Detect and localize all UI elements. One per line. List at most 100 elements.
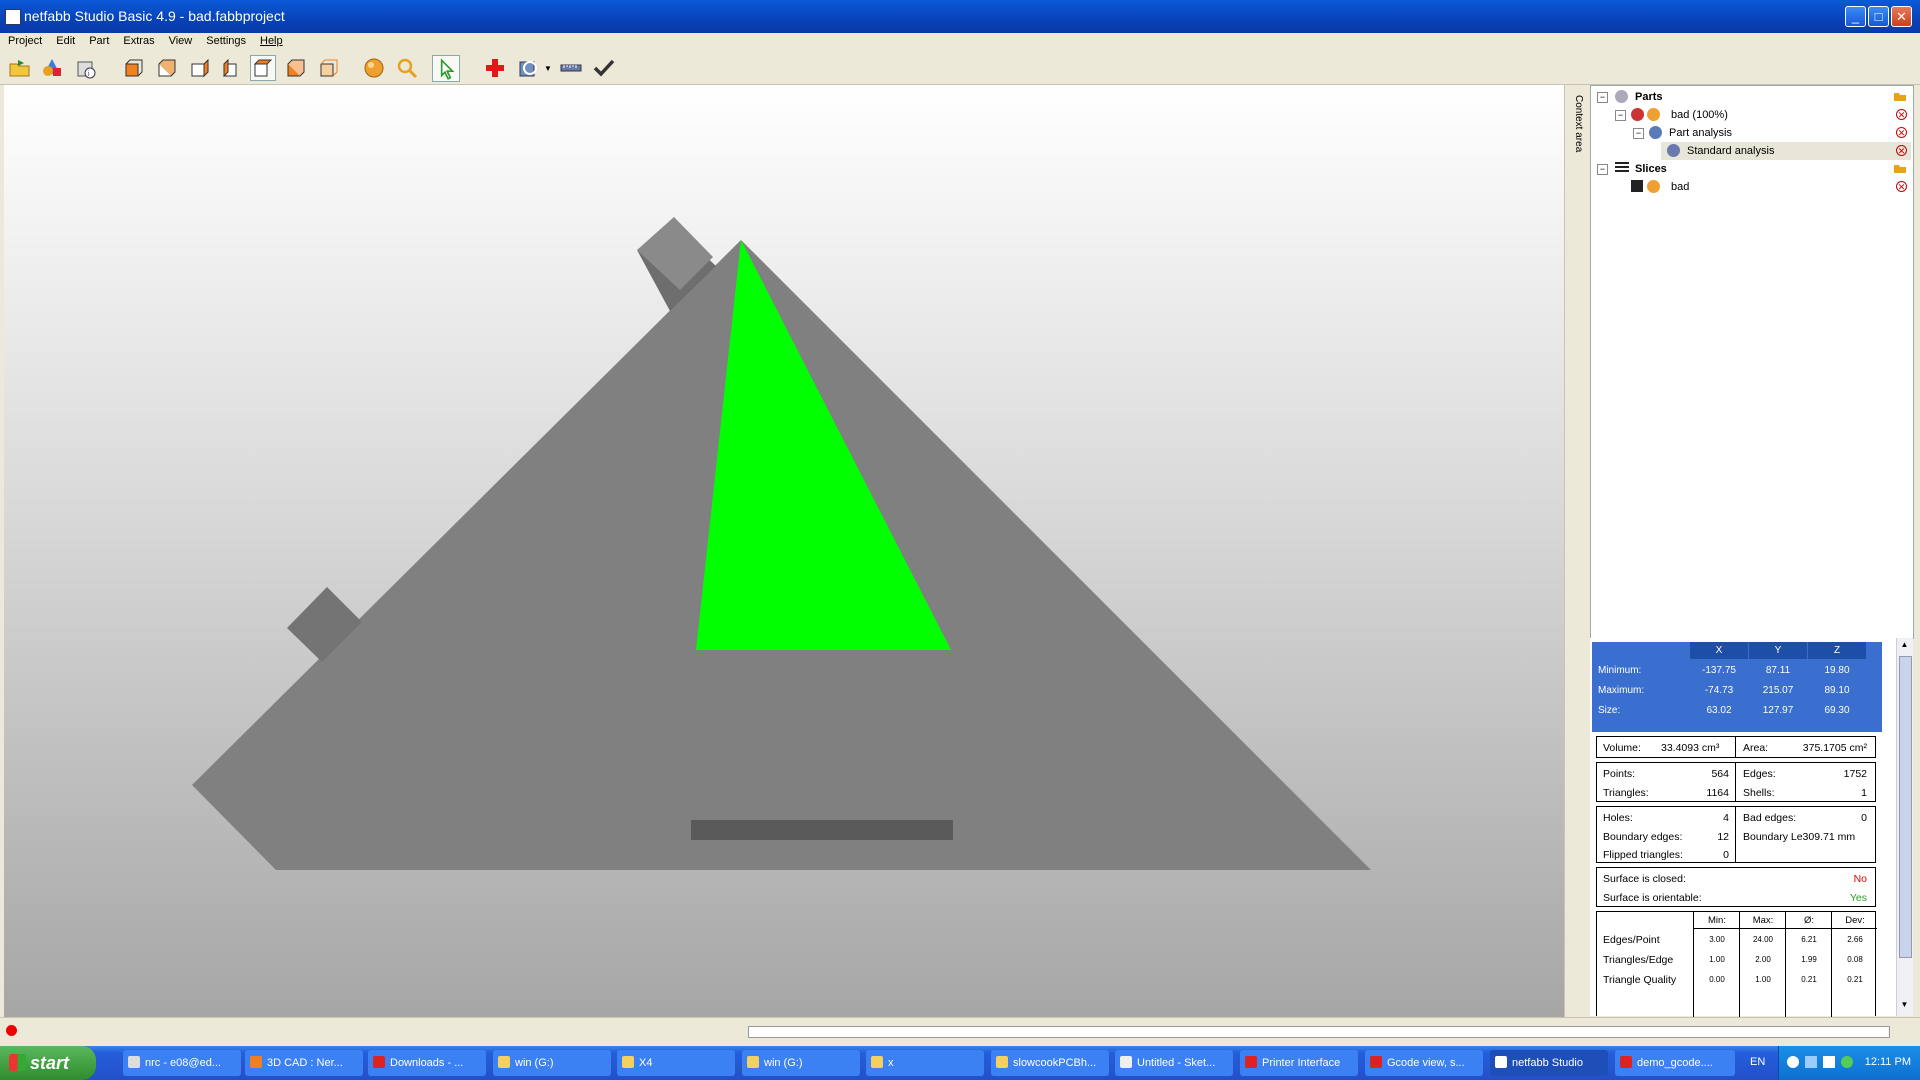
view-right-icon[interactable] [220,56,244,80]
scroll-down-icon[interactable]: ▼ [1899,1000,1910,1012]
taskbar-item[interactable]: Downloads - ... [368,1050,486,1076]
tray-app-icon[interactable] [1823,1056,1835,1068]
view-back-icon[interactable] [155,56,179,80]
add-part-icon[interactable] [40,56,64,80]
menu-project[interactable]: Project [0,33,48,47]
taskbar-item[interactable]: demo_gcode.... [1615,1050,1735,1076]
tree-part-bad[interactable]: bad (100%) [1671,106,1728,124]
size-z: 69.30 [1824,705,1850,716]
open-folder-icon[interactable] [1893,162,1907,174]
taskbar-item[interactable]: X4 [617,1050,735,1076]
remove-slice-icon[interactable]: ✕ [1896,181,1907,192]
3d-viewport[interactable] [4,85,1564,1017]
open-folder-icon[interactable] [1893,90,1907,102]
col-dev-header: Dev: [1845,915,1865,926]
min-z: 19.80 [1824,665,1850,676]
bad-edges-value: 0 [1861,812,1867,824]
menu-help[interactable]: Help [252,33,289,47]
menu-edit[interactable]: Edit [48,33,81,47]
select-tool-button[interactable] [432,55,460,82]
context-area-strip[interactable]: Context area [1564,85,1591,1017]
part-slot [691,820,953,840]
repair-cross-icon[interactable] [483,56,507,80]
taskbar-item[interactable]: nrc - e08@ed... [123,1050,241,1076]
visibility-eye-icon[interactable] [1647,108,1660,121]
taskbar-item[interactable]: win (G:) [742,1050,860,1076]
tree-slice-bad[interactable]: bad [1671,178,1689,196]
max-y: 215.07 [1762,685,1794,696]
collapse-part-toggle[interactable]: − [1615,110,1626,121]
language-indicator[interactable]: EN [1750,1056,1765,1068]
tree-slices[interactable]: Slices [1635,160,1667,178]
maximize-button[interactable]: □ [1868,6,1889,27]
measure-ruler-icon[interactable] [559,56,583,80]
close-button[interactable]: ✕ [1891,6,1912,27]
folder-icon [996,1056,1008,1068]
tree-standard-analysis[interactable]: Standard analysis [1687,142,1774,160]
chevron-down-icon[interactable]: ▼ [544,64,552,73]
sphere-render-icon[interactable] [362,56,386,80]
status-indicator-icon [6,1025,17,1036]
print-icon[interactable]: i [74,56,98,80]
scroll-thumb[interactable] [1899,656,1912,958]
taskbar-item[interactable]: Gcode view, s... [1365,1050,1483,1076]
collapse-parts-toggle[interactable]: − [1597,92,1608,103]
taskbar-item[interactable]: Untitled - Sket... [1115,1050,1233,1076]
menu-settings[interactable]: Settings [198,33,252,47]
start-button[interactable]: start [0,1046,96,1080]
bounding-box-table: X Y Z Minimum: -137.75 87.11 19.80 Maxim… [1592,642,1882,732]
view-top-button[interactable] [250,55,276,81]
taskbar-item-active[interactable]: netfabb Studio [1490,1050,1608,1076]
surface-closed-value: No [1853,873,1867,885]
view-front-icon[interactable] [122,56,146,80]
boundary-edges-label: Boundary edges: [1603,831,1683,843]
menu-bar: Project Edit Part Extras View Settings Help [0,33,1920,50]
surface-closed-label: Surface is closed: [1603,873,1686,885]
max-x: -74.73 [1704,685,1734,696]
collapse-analysis-toggle[interactable]: − [1633,128,1644,139]
tree-part-analysis[interactable]: Part analysis [1669,124,1732,142]
tray-status-icon[interactable] [1841,1056,1853,1068]
scroll-up-icon[interactable]: ▲ [1899,640,1910,652]
boundary-edges-value: 12 [1717,831,1729,843]
check-icon[interactable] [592,56,616,80]
area-value: 375.1705 cm² [1802,742,1867,754]
tray-help-icon[interactable] [1787,1056,1799,1068]
col-z-header: Z [1808,642,1866,659]
standard-analysis-icon [1667,144,1680,157]
taskbar-item[interactable]: Printer Interface [1240,1050,1358,1076]
netfabb-icon [1495,1056,1507,1068]
tree-parts[interactable]: Parts [1635,88,1663,106]
menu-part[interactable]: Part [81,33,115,47]
tray-network-icon[interactable] [1805,1056,1817,1068]
holes-box: Holes: 4 Boundary edges: 12 Flipped tria… [1596,806,1876,863]
demo-gcode-icon [1620,1056,1632,1068]
open-project-icon[interactable] [8,56,32,80]
menu-extras[interactable]: Extras [115,33,160,47]
menu-view[interactable]: View [161,33,199,47]
taskbar-item[interactable]: win (G:) [493,1050,611,1076]
zoom-icon[interactable] [395,56,419,80]
title-bar: netfabb Studio Basic 4.9 - bad.fabbproje… [0,0,1920,33]
minimize-button[interactable]: _ [1845,6,1866,27]
view-bottom-icon[interactable] [284,56,308,80]
flipped-triangles-label: Flipped triangles: [1603,849,1683,861]
view-perspective-icon[interactable] [317,56,341,80]
rotate-view-icon[interactable] [516,56,540,80]
taskbar-item[interactable]: 3D CAD : Ner... [245,1050,363,1076]
properties-scrollbar[interactable]: ▲ ▼ [1896,638,1913,1016]
flipped-triangles-value: 0 [1723,849,1729,861]
remove-part-icon[interactable]: ✕ [1896,109,1907,120]
surface-orientable-label: Surface is orientable: [1603,892,1702,904]
collapse-slices-toggle[interactable]: − [1597,164,1608,175]
stat-edges-point-min: 3.00 [1709,935,1725,944]
view-left-icon[interactable] [188,56,212,80]
taskbar-item[interactable]: slowcookPCBh... [991,1050,1109,1076]
triangles-value: 1164 [1706,787,1729,799]
visibility-eye-icon[interactable] [1647,180,1660,193]
clock[interactable]: 12:11 PM [1865,1056,1911,1068]
max-z: 89.10 [1824,685,1850,696]
remove-standard-analysis-icon[interactable]: ✕ [1896,145,1907,156]
remove-analysis-icon[interactable]: ✕ [1896,127,1907,138]
taskbar-item[interactable]: x [866,1050,984,1076]
